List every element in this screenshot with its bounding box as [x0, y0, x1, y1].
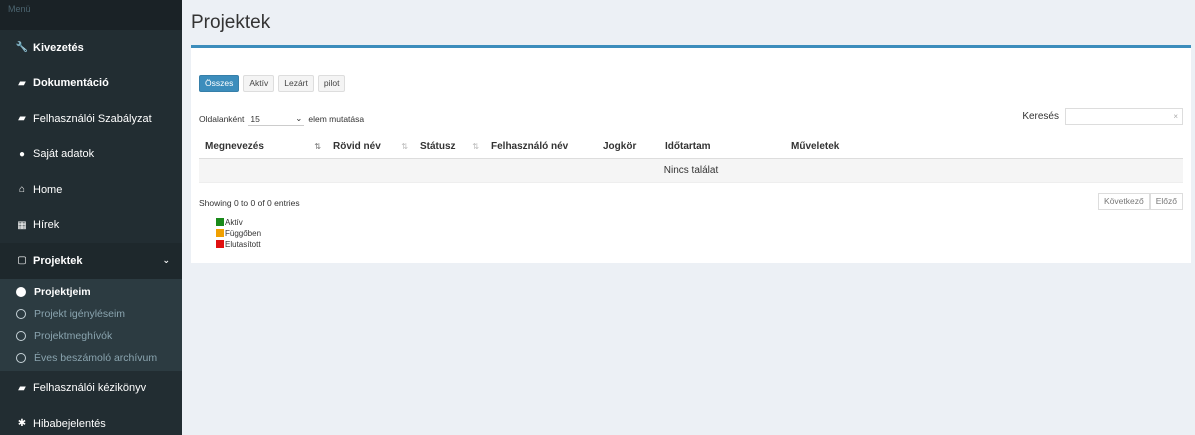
sidebar-item-felhasznaloi-kezikonyv[interactable]: ▰ Felhasználói kézikönyv [0, 371, 182, 407]
column-header-rovid-nev[interactable]: Rövid név ⇅ [327, 141, 414, 152]
submenu-item-label: Projektmeghívók [34, 329, 113, 342]
projects-table: Megnevezés ⇅ Rövid név ⇅ Státusz ⇅ Felha… [199, 134, 1183, 183]
page-title: Projektek [191, 12, 271, 33]
submenu-item-label: Éves beszámoló archívum [34, 351, 158, 364]
prev-page-button[interactable]: Előző [1149, 193, 1183, 210]
projects-box: Összes Aktív Lezárt pilot Oldalanként 15… [191, 45, 1191, 263]
column-label: Műveletek [791, 140, 840, 152]
page-length-control: Oldalanként 15 ⌄ elem mutatása [199, 112, 364, 126]
legend-label: Aktív [225, 218, 243, 227]
column-header-megnevezes[interactable]: Megnevezés ⇅ [199, 141, 327, 152]
table-header: Megnevezés ⇅ Rövid név ⇅ Státusz ⇅ Felha… [199, 134, 1183, 159]
page-length-select[interactable]: 15 ⌄ [248, 112, 305, 126]
bug-icon: ✱ [17, 418, 27, 430]
sidebar-item-label: Dokumentáció [33, 77, 109, 90]
clear-icon[interactable]: × [1173, 112, 1178, 121]
sort-icon: ⇅ [472, 141, 479, 151]
filter-pilot-button[interactable]: pilot [317, 75, 346, 92]
next-page-button[interactable]: Következő [1098, 193, 1150, 210]
column-label: Megnevezés [205, 140, 264, 152]
legend-item-active: Aktív [216, 217, 261, 228]
book-icon: ▰ [18, 77, 26, 89]
sidebar-item-hibabejelentes[interactable]: ✱ Hibabejelentés [0, 406, 182, 435]
orange-swatch-icon [216, 229, 224, 237]
book-icon: ▰ [18, 113, 26, 125]
sidebar-item-kivezetes[interactable]: 🔧 Kivezetés [0, 30, 182, 66]
circle-icon [16, 330, 26, 341]
legend-item-pending: Függőben [216, 228, 261, 239]
page-length-suffix: elem mutatása [308, 114, 365, 124]
sidebar-item-hirek[interactable]: ▦ Hírek [0, 208, 182, 244]
column-label: Rövid név [333, 140, 381, 152]
page-length-prefix: Oldalanként [199, 114, 245, 124]
column-label: Jogkör [603, 140, 637, 152]
column-header-statusz[interactable]: Státusz ⇅ [414, 141, 485, 152]
submenu-item-label: Projektjeim [34, 285, 91, 298]
sidebar-item-home[interactable]: ⌂ Home [0, 172, 182, 208]
column-header-idotartam[interactable]: Időtartam [659, 141, 785, 152]
main-content: Projektek Összes Aktív Lezárt pilot Olda… [182, 0, 1195, 435]
column-label: Időtartam [665, 140, 711, 152]
sidebar-item-dokumentacio[interactable]: ▰ Dokumentáció [0, 66, 182, 102]
filter-closed-button[interactable]: Lezárt [278, 75, 314, 92]
chevron-down-icon: ⌄ [162, 255, 170, 266]
legend-label: Elutasított [225, 240, 261, 249]
red-swatch-icon [216, 240, 224, 248]
sort-icon: ⇅ [401, 141, 408, 151]
search-control: Keresés × [1022, 108, 1183, 125]
filter-all-button[interactable]: Összes [199, 75, 240, 92]
circle-icon [16, 286, 26, 297]
column-header-jogkor[interactable]: Jogkör [597, 141, 659, 152]
sort-icon: ⇅ [314, 141, 321, 151]
search-label: Keresés [1022, 111, 1059, 122]
filter-buttons: Összes Aktív Lezárt pilot [199, 75, 346, 92]
user-icon: ● [18, 148, 26, 160]
book-icon: ▰ [18, 382, 26, 394]
sidebar-item-label: Projektek [33, 254, 83, 267]
sidebar-item-label: Saját adatok [33, 148, 95, 161]
legend-label: Függőben [225, 229, 262, 238]
sidebar: Menü 🔧 Kivezetés ▰ Dokumentáció ▰ Felhas… [0, 0, 182, 435]
home-icon: ⌂ [18, 184, 26, 196]
circle-icon [16, 308, 26, 319]
chevron-down-icon: ⌄ [295, 113, 303, 123]
sidebar-item-label: Felhasználói Szabályzat [33, 112, 152, 125]
sidebar-item-felhasznaloi-szabalyzat[interactable]: ▰ Felhasználói Szabályzat [0, 101, 182, 137]
submenu-item-projektjeim[interactable]: Projektjeim [0, 281, 182, 303]
pagination: Következő Előző [1098, 193, 1183, 210]
sidebar-item-label: Home [33, 183, 63, 196]
wrench-icon: 🔧 [15, 42, 29, 54]
empty-table-row: Nincs találat [199, 159, 1183, 183]
submenu-item-projektmeghivok[interactable]: Projektmeghívók [0, 325, 182, 347]
sidebar-item-label: Hibabejelentés [33, 417, 106, 430]
sidebar-item-label: Felhasználói kézikönyv [33, 382, 147, 395]
circle-icon [16, 352, 26, 363]
submenu-item-label: Projekt igényléseim [34, 307, 126, 320]
sidebar-item-sajat-adatok[interactable]: ● Saját adatok [0, 137, 182, 173]
legend-item-rejected: Elutasított [216, 239, 261, 250]
sidebar-item-label: Hírek [33, 219, 60, 232]
newspaper-icon: ▦ [17, 219, 27, 231]
column-header-muveletek: Műveletek [785, 141, 985, 152]
green-swatch-icon [216, 218, 224, 226]
page-length-value: 15 [250, 113, 260, 124]
column-label: Státusz [420, 140, 456, 152]
column-label: Felhasználó név [491, 140, 569, 152]
column-header-felhasznalo-nev[interactable]: Felhasználó név [485, 141, 597, 152]
sidebar-header: Menü [0, 0, 182, 30]
table-info: Showing 0 to 0 of 0 entries [199, 198, 300, 208]
filter-active-button[interactable]: Aktív [243, 75, 275, 92]
submenu-item-projekt-igenyleseim[interactable]: Projekt igényléseim [0, 303, 182, 325]
projektek-submenu: Projektjeim Projekt igényléseim Projektm… [0, 278, 182, 371]
file-icon: ▢ [17, 255, 27, 267]
sidebar-item-projektek[interactable]: ▢ Projektek ⌄ [0, 243, 182, 279]
submenu-item-eves-beszamolo[interactable]: Éves beszámoló archívum [0, 347, 182, 369]
sidebar-item-label: Kivezetés [33, 41, 84, 54]
status-legend: Aktív Függőben Elutasított [216, 217, 261, 250]
search-input[interactable]: × [1065, 108, 1183, 125]
